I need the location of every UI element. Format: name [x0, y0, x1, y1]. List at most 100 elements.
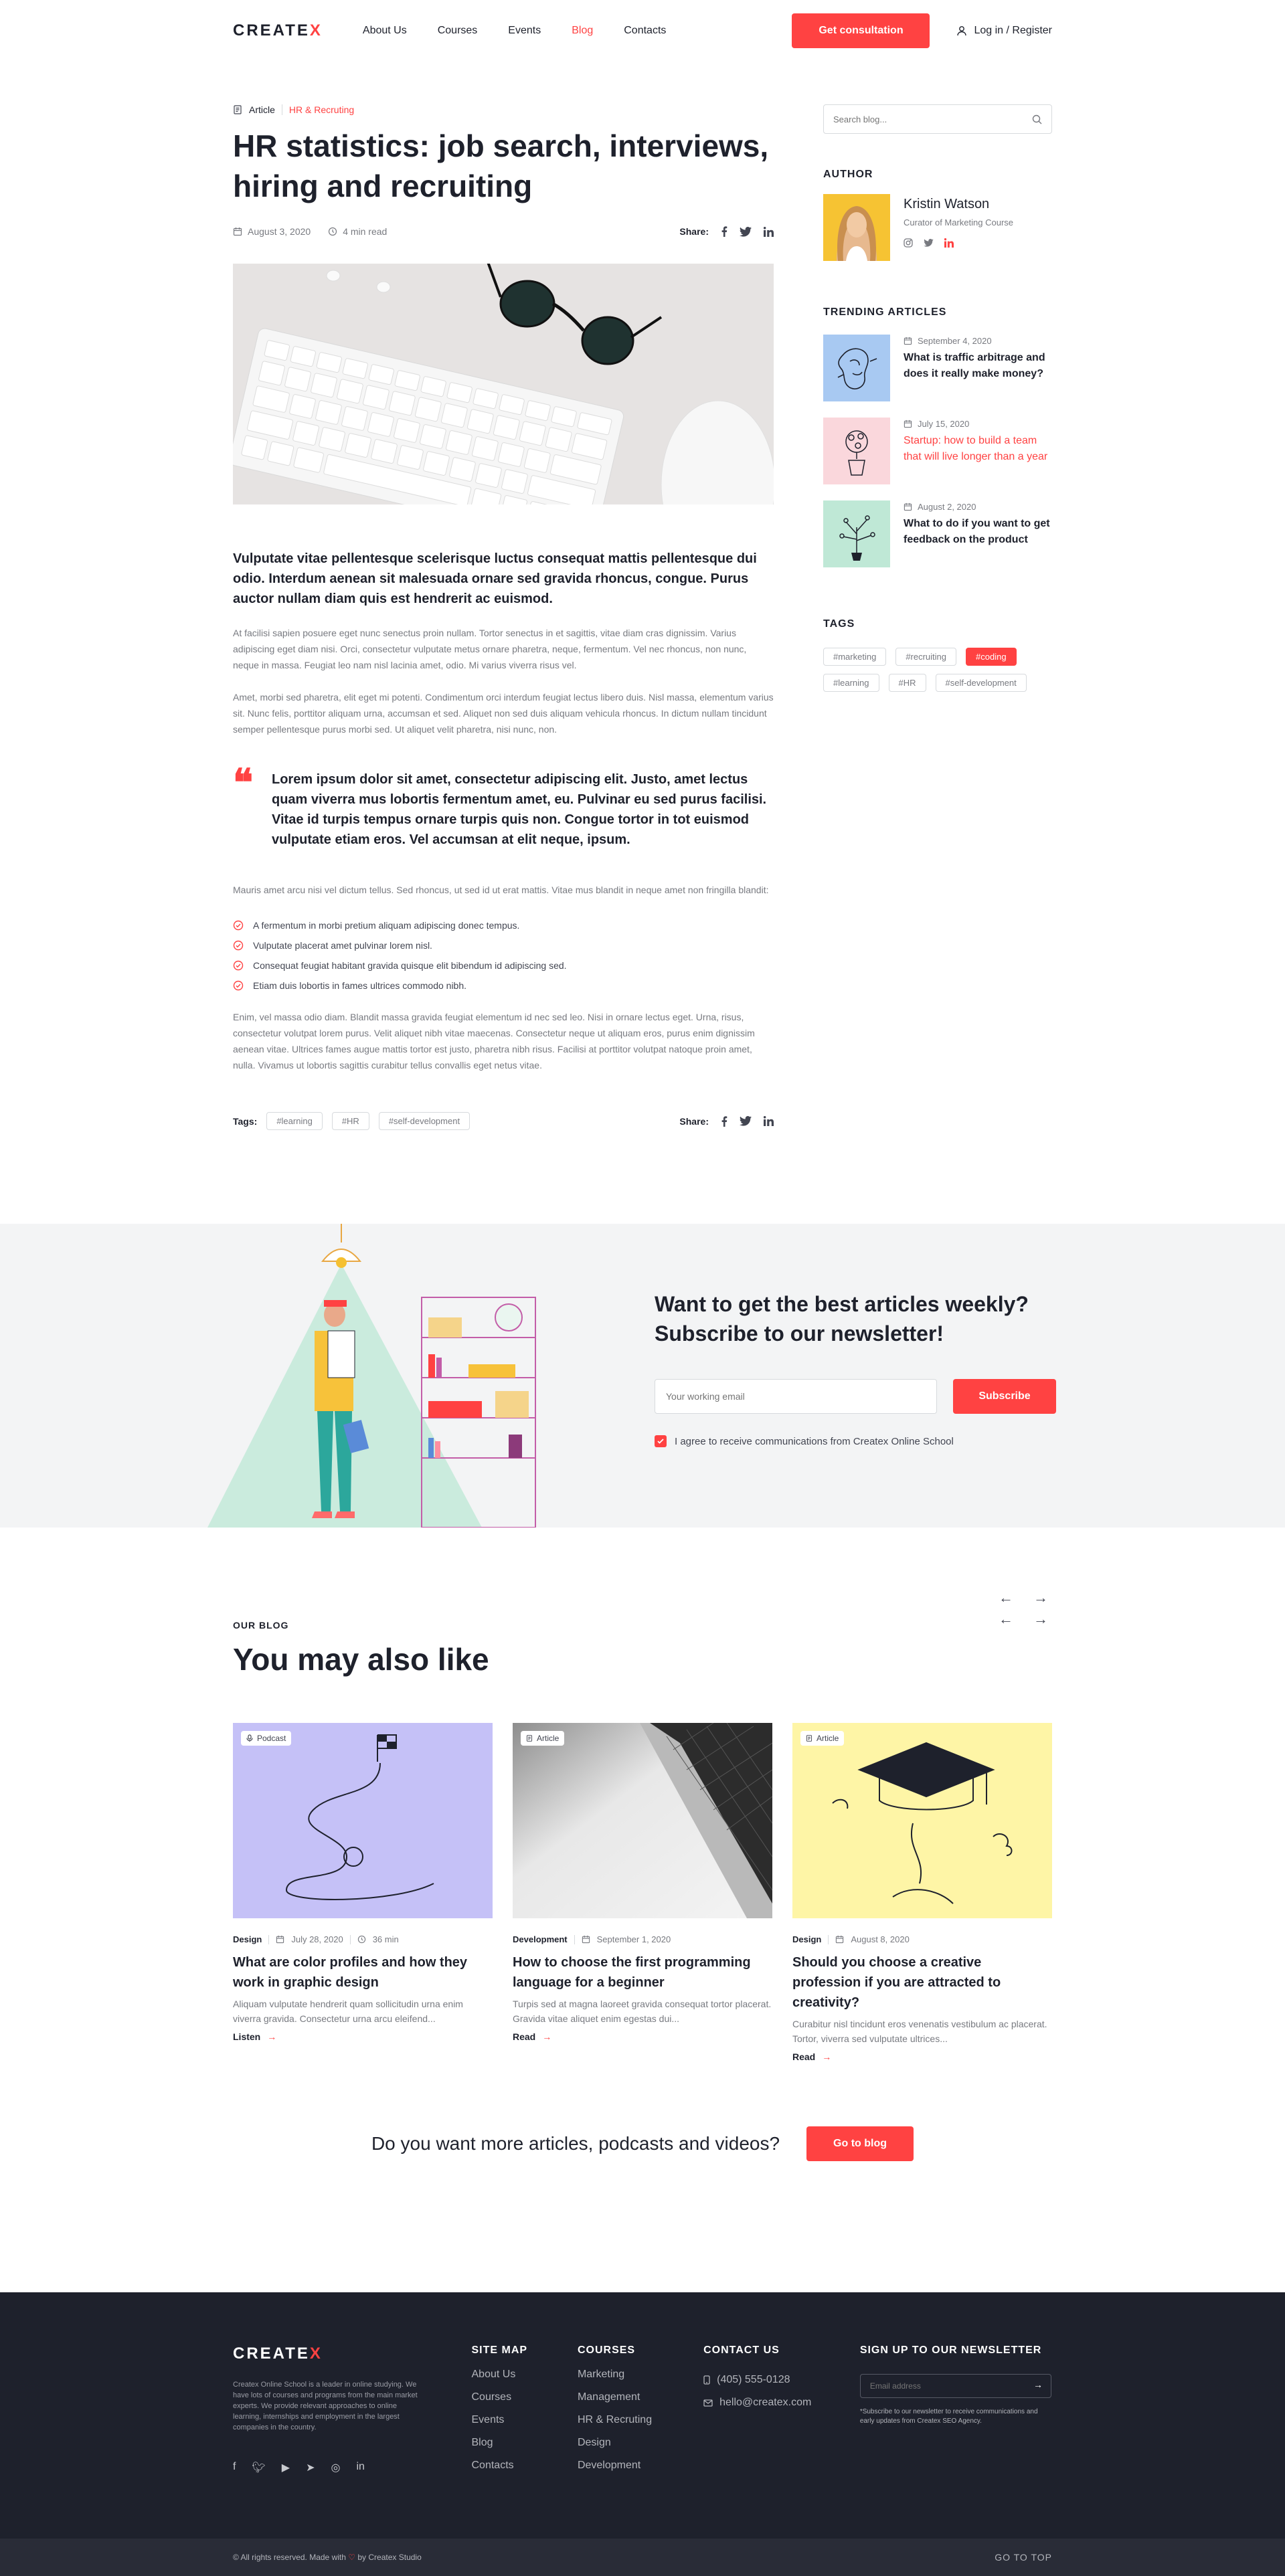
footer-email[interactable]: hello@createx.com [703, 2391, 860, 2414]
footer-email-input[interactable] [859, 2374, 1051, 2398]
prev-arrow-icon[interactable]: ← [999, 1589, 1017, 1606]
login-register-link[interactable]: Log in / Register [956, 25, 1052, 37]
blog-heading: You may also like [233, 1642, 489, 1677]
card-listen-link[interactable]: Listen → [233, 2031, 493, 2042]
footer-course-hr[interactable]: HR & Recruting [578, 2414, 703, 2437]
calendar-icon [276, 1935, 284, 1944]
next-arrow-icon[interactable]: → [1033, 1589, 1052, 1606]
trending-title: Startup: how to build a team that will l… [904, 435, 1048, 462]
twitter-icon[interactable]: 🐦︎ [252, 2461, 265, 2474]
blog-search [823, 104, 1052, 134]
nav-events[interactable]: Events [508, 25, 541, 37]
footer-link-blog[interactable]: Blog [472, 2437, 578, 2460]
facebook-icon[interactable] [721, 226, 727, 237]
trending-article[interactable]: August 2, 2020 What to do if you want to… [823, 500, 1052, 567]
card-title[interactable]: What are color profiles and how they wor… [233, 1952, 493, 1993]
go-to-top-link[interactable]: GO TO TOP [995, 2552, 1052, 2563]
go-to-blog-button[interactable]: Go to blog [806, 2126, 914, 2161]
calendar-icon [904, 337, 912, 345]
twitter-icon[interactable] [924, 239, 934, 247]
nav-blog[interactable]: Blog [572, 25, 593, 37]
list-item: Etiam duis lobortis in fames ultrices co… [233, 976, 774, 996]
footer-newsletter-note: *Subscribe to our newsletter to receive … [859, 2408, 1038, 2425]
agree-checkbox-row[interactable]: I agree to receive communications from C… [655, 1435, 954, 1447]
newsletter-email-input[interactable] [655, 1379, 937, 1414]
nav-about[interactable]: About Us [363, 25, 407, 37]
linkedin-icon[interactable] [944, 238, 954, 248]
get-consultation-button[interactable]: Get consultation [792, 13, 930, 48]
card-read-link[interactable]: Read → [792, 2051, 1052, 2062]
footer-link-courses[interactable]: Courses [472, 2391, 578, 2414]
card-title[interactable]: Should you choose a creative profession … [792, 1952, 1052, 2013]
trending-article[interactable]: July 15, 2020 Startup: how to build a te… [823, 418, 1052, 484]
tag-learning[interactable]: #learning [823, 674, 879, 692]
tag-hr[interactable]: #HR [331, 1112, 369, 1130]
card-badge: Article [800, 1731, 845, 1746]
arrow-right-icon[interactable]: → [1033, 2379, 1043, 2390]
mail-icon [703, 2399, 713, 2407]
card-description: Turpis sed at magna laoreet gravida cons… [513, 1999, 772, 2024]
footer-course-design[interactable]: Design [578, 2437, 703, 2460]
tag-hr[interactable]: #HR [888, 674, 926, 692]
nav-courses[interactable]: Courses [438, 25, 478, 37]
telegram-icon[interactable]: ➤ [306, 2461, 315, 2474]
footer-logo[interactable]: CREATEX [233, 2344, 472, 2363]
footer-link-events[interactable]: Events [472, 2414, 578, 2437]
logo[interactable]: CREATEX [233, 21, 323, 40]
author-avatar [823, 194, 890, 261]
courses-heading: COURSES [577, 2344, 636, 2356]
article-icon [526, 1735, 533, 1742]
heart-icon: ♡ [348, 2553, 356, 2562]
divider [828, 1934, 829, 1944]
youtube-icon[interactable]: ▶ [282, 2461, 290, 2474]
tag-coding[interactable]: #coding [966, 648, 1017, 666]
footer-course-development[interactable]: Development [578, 2460, 703, 2482]
nav-contacts[interactable]: Contacts [624, 25, 666, 37]
tag-self-development[interactable]: #self-development [378, 1112, 470, 1130]
footer-link-contacts[interactable]: Contacts [472, 2460, 578, 2482]
article-tags: Tags: #learning #HR #self-development Sh… [233, 1112, 774, 1130]
footer-phone[interactable]: (405) 555-0128 [703, 2369, 860, 2391]
microphone-icon [246, 1734, 253, 1742]
next-arrow-icon[interactable]: → [1033, 1611, 1052, 1628]
agree-checkbox[interactable] [655, 1435, 667, 1447]
blog-card[interactable]: Article Design August 8, 2020 Should you… [792, 1723, 1052, 2062]
article-hero-image [233, 264, 774, 504]
tag-marketing[interactable]: #marketing [823, 648, 887, 666]
phone-icon [703, 2375, 710, 2385]
instagram-icon[interactable] [904, 238, 913, 248]
facebook-icon[interactable]: f [233, 2461, 236, 2474]
article-type: Article [249, 104, 275, 115]
blog-card[interactable]: Article Development September 1, 2020 Ho… [513, 1723, 772, 2062]
footer-course-marketing[interactable]: Marketing [578, 2369, 703, 2391]
facebook-icon[interactable] [721, 1115, 727, 1127]
calendar-icon [904, 502, 912, 511]
divider [574, 1934, 575, 1944]
article-category-link[interactable]: HR & Recruting [289, 104, 354, 115]
article-paragraph-1: At facilisi sapien posuere eget nunc sen… [233, 628, 747, 670]
card-read-link[interactable]: Read → [513, 2031, 772, 2042]
clock-icon [357, 1935, 365, 1944]
trending-article[interactable]: September 4, 2020 What is traffic arbitr… [823, 335, 1052, 401]
twitter-icon[interactable] [740, 1116, 752, 1126]
search-icon[interactable] [1032, 114, 1042, 124]
tag-learning[interactable]: #learning [266, 1112, 323, 1130]
footer-link-about[interactable]: About Us [472, 2369, 578, 2391]
newsletter-section: Want to get the best articles weekly? Su… [0, 1224, 1285, 1528]
footer-course-management[interactable]: Management [578, 2391, 703, 2414]
linkedin-icon[interactable] [764, 1116, 774, 1126]
article: Article HR & Recruting HR statistics: jo… [233, 104, 774, 1130]
card-title[interactable]: How to choose the first programming lang… [513, 1952, 772, 1993]
linkedin-icon[interactable]: in [356, 2461, 364, 2474]
search-input[interactable] [833, 114, 1007, 124]
instagram-icon[interactable]: ◎ [331, 2461, 340, 2474]
tag-self-development[interactable]: #self-development [935, 674, 1027, 692]
trending-thumbnail [823, 500, 890, 567]
prev-arrow-icon[interactable]: ← [999, 1611, 1017, 1628]
twitter-icon[interactable] [740, 226, 752, 237]
subscribe-button[interactable]: Subscribe [953, 1379, 1056, 1414]
carousel-controls: ← → ← → [999, 1589, 1052, 1628]
tag-recruiting[interactable]: #recruiting [895, 648, 957, 666]
linkedin-icon[interactable] [764, 226, 774, 237]
blog-card[interactable]: Podcast Design July 28, 2020 36 min What… [233, 1723, 493, 2062]
